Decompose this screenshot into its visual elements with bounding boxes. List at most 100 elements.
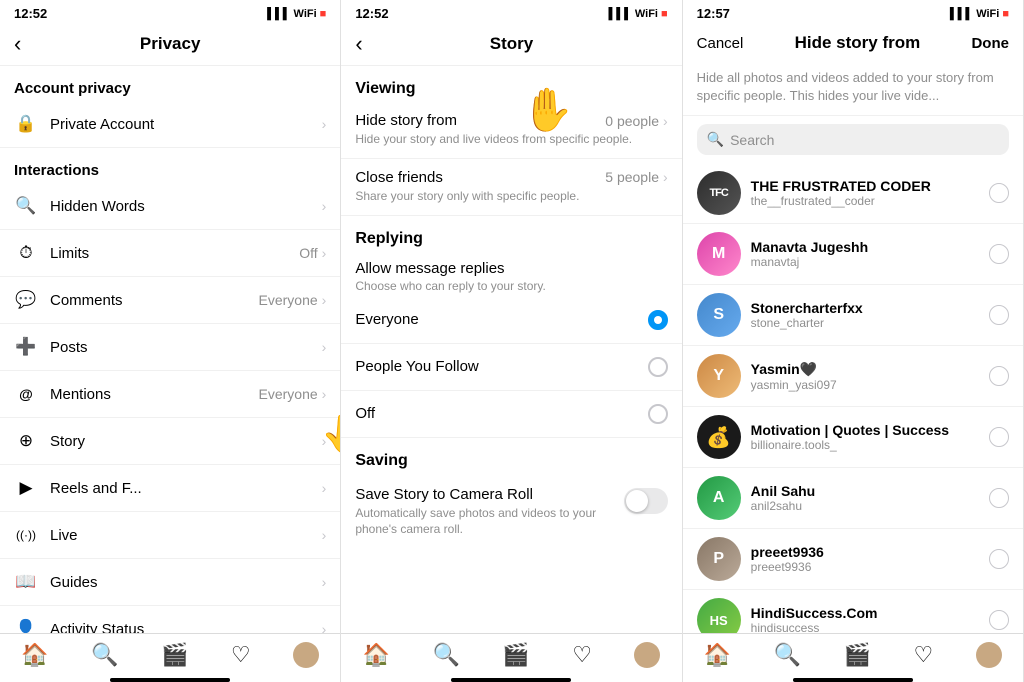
nav-profile-3[interactable]	[976, 642, 1002, 668]
mentions-label: Mentions	[50, 386, 259, 403]
back-button-story[interactable]: ‹	[355, 31, 362, 57]
save-camera-roll-text: Save Story to Camera Roll Automatically …	[355, 486, 611, 539]
menu-item-comments[interactable]: 💬 Comments Everyone ›	[0, 277, 340, 324]
avatar: 💰	[697, 415, 741, 459]
battery-icon-2: ■	[661, 8, 668, 20]
status-bar-3: 12:57 ▌▌▌ WiFi ■	[683, 0, 1023, 25]
person-info: Stonercharterfxx stone_charter	[751, 300, 989, 330]
nav-home-2[interactable]: 🏠	[363, 642, 390, 668]
status-bar-2: 12:52 ▌▌▌ WiFi ■	[341, 0, 681, 25]
nav-profile-1[interactable]	[293, 642, 319, 668]
reply-option-off[interactable]: Off	[341, 391, 681, 438]
select-radio[interactable]	[989, 427, 1009, 447]
cancel-button[interactable]: Cancel	[697, 35, 744, 52]
limits-label: Limits	[50, 245, 299, 262]
menu-item-activity-status[interactable]: 👤 Activity Status ›	[0, 606, 340, 633]
nav-likes-3[interactable]: ♡	[914, 642, 934, 668]
save-camera-roll-desc: Automatically save photos and videos to …	[355, 505, 611, 539]
nav-profile-2[interactable]	[634, 642, 660, 668]
nav-reels-2[interactable]: 🎬	[502, 642, 529, 668]
person-name: Motivation | Quotes | Success	[751, 422, 989, 438]
nav-search-2[interactable]: 🔍	[432, 642, 459, 668]
guides-label: Guides	[50, 574, 322, 591]
chevron-icon: ›	[663, 113, 668, 129]
radio-people-follow[interactable]	[648, 357, 668, 377]
select-radio[interactable]	[989, 366, 1009, 386]
reply-option-people-follow[interactable]: People You Follow	[341, 344, 681, 391]
list-item[interactable]: HS HindiSuccess.Com hindisuccess	[683, 590, 1023, 633]
allow-replies-desc: Choose who can reply to your story.	[355, 279, 667, 293]
select-radio[interactable]	[989, 549, 1009, 569]
chevron-icon: ›	[322, 433, 327, 449]
list-item[interactable]: TFC THE FRUSTRATED CODER the__frustrated…	[683, 163, 1023, 224]
nav-home-1[interactable]: 🏠	[21, 642, 48, 668]
time-3: 12:57	[697, 6, 730, 21]
list-item[interactable]: M Manavta Jugeshh manavtaj	[683, 224, 1023, 285]
menu-item-live[interactable]: ((·)) Live ›	[0, 512, 340, 559]
search-bar[interactable]: 🔍 Search	[697, 124, 1009, 155]
nav-likes-2[interactable]: ♡	[572, 642, 592, 668]
nav-search-3[interactable]: 🔍	[774, 642, 801, 668]
hidden-words-label: Hidden Words	[50, 198, 322, 215]
nav-reels-1[interactable]: 🎬	[161, 642, 188, 668]
select-radio[interactable]	[989, 610, 1009, 630]
person-handle: hindisuccess	[751, 621, 989, 633]
nav-header-story: ‹ Story	[341, 25, 681, 66]
reels-label: Reels and F...	[50, 480, 322, 497]
list-item[interactable]: S Stonercharterfxx stone_charter	[683, 285, 1023, 346]
chevron-icon: ›	[663, 169, 668, 185]
radio-off[interactable]	[648, 404, 668, 424]
replying-header: Replying	[341, 216, 681, 252]
bottom-nav-1: 🏠 🔍 🎬 ♡	[0, 633, 340, 678]
everyone-label: Everyone	[355, 311, 418, 328]
save-camera-roll-title: Save Story to Camera Roll	[355, 486, 611, 503]
nav-search-1[interactable]: 🔍	[91, 642, 118, 668]
back-button-privacy[interactable]: ‹	[14, 31, 21, 57]
list-item[interactable]: Y Yasmin🖤 yasmin_yasi097	[683, 346, 1023, 407]
person-info: HindiSuccess.Com hindisuccess	[751, 605, 989, 633]
person-handle: stone_charter	[751, 316, 989, 330]
radio-everyone[interactable]	[648, 310, 668, 330]
list-item[interactable]: A Anil Sahu anil2sahu	[683, 468, 1023, 529]
saving-header: Saving	[341, 438, 681, 474]
nav-likes-1[interactable]: ♡	[231, 642, 251, 668]
chevron-icon: ›	[322, 292, 327, 308]
person-name: THE FRUSTRATED CODER	[751, 178, 989, 194]
status-bar-1: 12:52 ▌▌▌ WiFi ■	[0, 0, 340, 25]
story-item-close-friends[interactable]: Close friends 5 people › Share your stor…	[341, 159, 681, 216]
wifi-icon-1: WiFi	[294, 8, 317, 20]
search-placeholder: Search	[730, 132, 774, 148]
menu-item-posts[interactable]: ➕ Posts ›	[0, 324, 340, 371]
bottom-nav-3: 🏠 🔍 🎬 ♡	[683, 633, 1023, 678]
people-follow-label: People You Follow	[355, 358, 478, 375]
menu-item-limits[interactable]: ⏱ Limits Off ›	[0, 230, 340, 277]
done-button[interactable]: Done	[971, 35, 1009, 52]
avatar: S	[697, 293, 741, 337]
story-content: Viewing Hide story from 0 people › Hide …	[341, 66, 681, 633]
select-radio[interactable]	[989, 488, 1009, 508]
list-item[interactable]: P preeet9936 preeet9936	[683, 529, 1023, 590]
live-label: Live	[50, 527, 322, 544]
story-item-hide-from[interactable]: Hide story from 0 people › Hide your sto…	[341, 102, 681, 159]
menu-item-hidden-words[interactable]: 🔍 Hidden Words ›	[0, 183, 340, 230]
save-camera-roll-toggle[interactable]	[624, 488, 668, 514]
menu-item-reels[interactable]: ▶ Reels and F... ›	[0, 465, 340, 512]
list-item[interactable]: 💰 Motivation | Quotes | Success billiona…	[683, 407, 1023, 468]
avatar: TFC	[697, 171, 741, 215]
select-radio[interactable]	[989, 183, 1009, 203]
viewing-header: Viewing	[341, 66, 681, 102]
select-radio[interactable]	[989, 244, 1009, 264]
menu-item-private-account[interactable]: 🔒 Private Account ›	[0, 101, 340, 148]
nav-reels-3[interactable]: 🎬	[844, 642, 871, 668]
select-radio[interactable]	[989, 305, 1009, 325]
avatar: A	[697, 476, 741, 520]
menu-item-guides[interactable]: 📖 Guides ›	[0, 559, 340, 606]
reply-option-everyone[interactable]: Everyone	[341, 297, 681, 344]
search-icon: 🔍	[14, 194, 38, 218]
menu-item-story[interactable]: ⊕ Story › 🤚	[0, 418, 340, 465]
chevron-icon: ›	[322, 116, 327, 132]
menu-item-mentions[interactable]: @ Mentions Everyone ›	[0, 371, 340, 418]
chevron-icon: ›	[322, 574, 327, 590]
signal-icon-3: ▌▌▌	[950, 8, 973, 20]
nav-home-3[interactable]: 🏠	[704, 642, 731, 668]
